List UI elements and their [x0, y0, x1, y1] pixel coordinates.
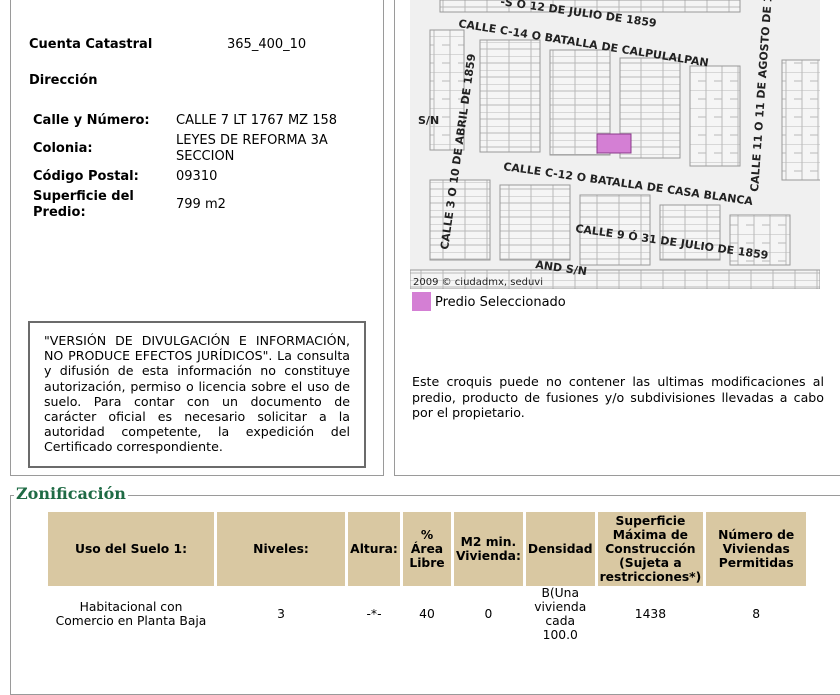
selected-lot [596, 133, 632, 154]
table-header-row: Uso del Suelo 1: Niveles: Altura: % Área… [48, 512, 807, 586]
colonia-value-line2: SECCION [176, 149, 235, 164]
cuenta-catastral-label: Cuenta Catastral [29, 37, 153, 52]
cell-m2-vivienda: 0 [484, 607, 493, 621]
zonificacion-title: Zonificación [14, 484, 128, 503]
cell-numero-viviendas: 8 [752, 607, 761, 621]
header-densidad: Densidad [525, 512, 595, 586]
header-m2-vivienda: M2 min. Vivienda: [454, 512, 523, 586]
cuenta-catastral-value: 365_400_10 [227, 37, 307, 52]
map-disclaimer: Este croquis puede no contener las ultim… [412, 374, 824, 420]
legend-swatch [412, 292, 431, 311]
map-copyright: 2009 © ciudadmx, seduvi [413, 277, 543, 288]
legend-label: Predio Seleccionado [435, 295, 566, 310]
codigo-postal-value: 09310 [176, 169, 218, 184]
street-label-sn: S/N [418, 114, 439, 127]
cell-uso-suelo: Habitacional con Comercio en Planta Baja [55, 600, 207, 628]
superficie-value: 799 m2 [176, 197, 226, 212]
codigo-postal-label: Código Postal: [33, 169, 139, 184]
map-image[interactable]: CALLE C-14 O BATALLA DE CALPULALPAN CALL… [410, 0, 820, 289]
disclaimer-text: "VERSIÓN DE DIVULGACIÓN E INFORMACIÓN, N… [44, 333, 350, 455]
superficie-label-line1: Superficie del [33, 189, 134, 204]
cell-niveles: 3 [277, 607, 285, 621]
cell-superficie-maxima: 1438 [634, 607, 667, 621]
colonia-value-line1: LEYES DE REFORMA 3A [176, 133, 328, 148]
header-area-libre: % Área Libre [403, 512, 451, 586]
table-row: Habitacional con Comercio en Planta Baja… [48, 586, 806, 642]
calle-value: CALLE 7 LT 1767 MZ 158 [176, 113, 338, 128]
cell-altura: -*- [366, 607, 382, 621]
zonificacion-table: Uso del Suelo 1: Niveles: Altura: % Área… [45, 512, 809, 642]
header-niveles: Niveles: [217, 512, 345, 586]
header-uso-suelo: Uso del Suelo 1: [48, 512, 214, 586]
disclaimer-notice: "VERSIÓN DE DIVULGACIÓN E INFORMACIÓN, N… [28, 321, 366, 468]
direccion-label: Dirección [29, 73, 98, 88]
header-numero-viviendas: Número de Viviendas Permitidas [706, 512, 807, 586]
calle-label: Calle y Número: [33, 113, 150, 128]
header-altura: Altura: [348, 512, 400, 586]
street-map: CALLE C-14 O BATALLA DE CALPULALPAN CALL… [410, 0, 820, 289]
cell-densidad: B(Una vivienda cada 100.0 [534, 586, 587, 642]
colonia-label: Colonia: [33, 141, 93, 156]
superficie-label-line2: Predio: [33, 205, 86, 220]
header-superficie-maxima: Superficie Máxima de Construcción (Sujet… [597, 512, 704, 586]
cell-area-libre: 40 [419, 607, 435, 621]
